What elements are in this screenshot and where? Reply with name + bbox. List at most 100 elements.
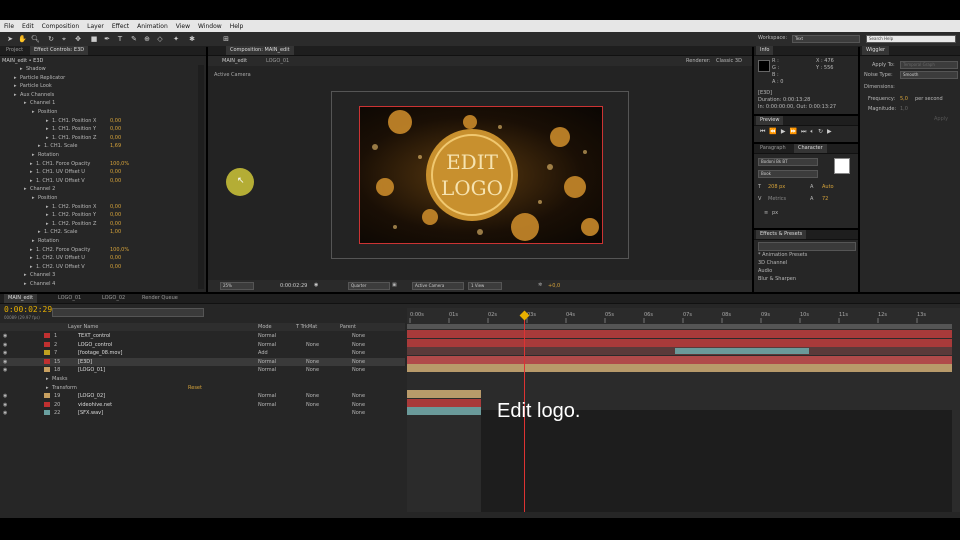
effect-property-value[interactable]: 1,69 — [110, 142, 121, 150]
first-frame-icon[interactable]: ⏮ — [760, 128, 769, 135]
effect-property-row[interactable]: ▸ 1. CH1. Position Z 0,00 — [0, 134, 196, 142]
tab-wiggler[interactable]: Wiggler — [862, 46, 890, 55]
prev-frame-icon[interactable]: ⏪ — [769, 128, 780, 135]
layer-name[interactable]: [LOGO_02] — [78, 392, 105, 400]
effect-property-row[interactable]: ▸ 1. CH2. Force Opacity 100,0% — [0, 246, 196, 254]
effect-property-value[interactable]: 0,00 — [110, 117, 121, 125]
effect-property-row[interactable]: ▸ 1. CH1. UV Offset U 0,00 — [0, 168, 196, 176]
time-ruler[interactable]: 0:00s 01s 02s 03s 04s 05s 06s 07s 08s 09s 10s 11s 12… — [407, 308, 960, 324]
tab-preview[interactable]: Preview — [756, 116, 784, 125]
menu-window[interactable]: Window — [194, 23, 226, 30]
effect-property-row[interactable]: ▸ Aux Channels — [0, 91, 196, 99]
layer-row[interactable]: ◉ 22 [SFX.wav] None — [0, 409, 405, 417]
apply-to-dropdown[interactable]: Temporal Graph — [900, 61, 958, 69]
visibility-eye-icon[interactable]: ◉ — [3, 341, 7, 349]
effect-property-row[interactable]: ▸ 1. CH2. UV Offset U 0,00 — [0, 254, 196, 262]
effect-property-row[interactable]: ▸ Channel 1 — [0, 99, 196, 107]
layer-mode-dropdown[interactable]: Normal — [258, 392, 276, 400]
tracking-value[interactable]: 72 — [822, 196, 828, 202]
disclosure-triangle-icon[interactable]: ▸ — [24, 185, 27, 193]
layer-trkmat-dropdown[interactable]: None — [306, 401, 319, 409]
layer-parent-dropdown[interactable]: None — [352, 341, 365, 349]
label-color-swatch[interactable] — [44, 341, 50, 347]
disclosure-triangle-icon[interactable]: ▸ — [30, 168, 33, 176]
label-color-swatch[interactable] — [44, 358, 50, 364]
apply-button[interactable]: Apply — [934, 116, 948, 122]
tab-project[interactable]: Project — [2, 46, 27, 55]
tab-logo-02[interactable]: LOGO_02 — [98, 294, 129, 303]
brush-tool-icon[interactable]: ✎ — [130, 35, 138, 43]
effect-property-value[interactable]: 100,0% — [110, 160, 129, 168]
disclosure-triangle-icon[interactable]: ▸ — [46, 203, 49, 211]
label-color-swatch[interactable] — [44, 350, 50, 356]
layer-parent-dropdown[interactable]: None — [352, 332, 365, 340]
layer-parent-dropdown[interactable]: None — [352, 366, 365, 374]
layer-duration-bar[interactable] — [407, 407, 481, 416]
last-frame-icon[interactable]: ⏭ — [801, 128, 810, 135]
layer-row[interactable]: ◉ 2 LOGO_control Normal None None — [0, 341, 405, 349]
effect-property-row[interactable]: ▸ Particle Look — [0, 82, 196, 90]
hand-tool-icon[interactable]: ✋ — [18, 35, 27, 43]
tab-composition[interactable]: Composition: MAIN_edit — [226, 46, 294, 55]
font-style-dropdown[interactable]: Book — [758, 170, 818, 178]
effects-item[interactable]: 3D Channel — [758, 260, 787, 266]
label-color-swatch[interactable] — [44, 333, 50, 338]
effect-property-row[interactable]: ▸ Channel 4 — [0, 280, 196, 288]
comp-viewer-image[interactable]: EDIT LOGO — [359, 106, 603, 244]
effect-property-value[interactable]: 0,00 — [110, 211, 121, 219]
layer-property-name[interactable]: Transform — [52, 384, 77, 392]
disclosure-triangle-icon[interactable]: ▸ — [38, 142, 41, 150]
layer-duration-bar[interactable] — [407, 338, 952, 347]
effect-property-value[interactable]: 0,00 — [110, 125, 121, 133]
tab-effects-presets[interactable]: Effects & Presets — [756, 230, 807, 239]
disclosure-triangle-icon[interactable]: ▸ — [24, 99, 27, 107]
eraser-tool-icon[interactable]: ◇ — [156, 35, 164, 43]
effect-property-row[interactable]: ▸ 1. CH1. UV Offset V 0,00 — [0, 177, 196, 185]
tab-paragraph[interactable]: Paragraph — [756, 144, 790, 153]
effect-property-value[interactable]: 0,00 — [110, 220, 121, 228]
resolution-dropdown[interactable]: Quarter — [348, 282, 390, 290]
puppet-tool-icon[interactable]: ✱ — [188, 35, 196, 43]
disclosure-triangle-icon[interactable]: ▸ — [46, 117, 49, 125]
layer-name[interactable]: [footage_08.mov] — [78, 349, 122, 357]
axis-mode-icon[interactable]: ⊞ — [222, 35, 230, 43]
camera-dropdown[interactable]: Active Camera — [412, 282, 464, 290]
label-color-swatch[interactable] — [44, 367, 50, 373]
disclosure-triangle-icon[interactable]: ▸ — [30, 263, 33, 271]
tab-logo-01[interactable]: LOGO_01 — [54, 294, 85, 303]
effect-property-value[interactable]: 0,00 — [110, 134, 121, 142]
disclosure-triangle-icon[interactable]: ▸ — [14, 74, 17, 82]
kerning-value[interactable]: Metrics — [768, 196, 786, 202]
disclosure-triangle-icon[interactable]: ▸ — [46, 384, 49, 392]
layer-trkmat-dropdown[interactable]: None — [306, 392, 319, 400]
menu-view[interactable]: View — [172, 23, 194, 30]
effects-item[interactable]: Audio — [758, 268, 772, 274]
effect-property-row[interactable]: ▸ 1. CH2. Position Z 0,00 — [0, 220, 196, 228]
effect-property-row[interactable]: ▸ Particle Replicator — [0, 74, 196, 82]
disclosure-triangle-icon[interactable]: ▸ — [46, 134, 49, 142]
effect-property-value[interactable]: 0,00 — [110, 263, 121, 271]
effect-property-row[interactable]: ▸ 1. CH1. Position Y 0,00 — [0, 125, 196, 133]
leading-value[interactable]: Auto — [822, 184, 834, 190]
magnitude-value[interactable]: 1,0 — [900, 106, 908, 112]
next-frame-icon[interactable]: ⏩ — [790, 128, 801, 135]
effect-property-value[interactable]: 0,00 — [110, 254, 121, 262]
effect-property-row[interactable]: ▸ 1. CH2. Position Y 0,00 — [0, 211, 196, 219]
snapshot-icon[interactable]: ◉ — [314, 282, 318, 288]
effect-property-row[interactable]: ▸ 1. CH1. Force Opacity 100,0% — [0, 160, 196, 168]
layer-name[interactable]: videohive.net — [78, 401, 112, 409]
reset-link[interactable]: Reset — [188, 384, 202, 392]
disclosure-triangle-icon[interactable]: ▸ — [30, 254, 33, 262]
fill-color-swatch[interactable] — [834, 158, 850, 174]
pan-behind-tool-icon[interactable]: ✥ — [74, 35, 82, 43]
disclosure-triangle-icon[interactable]: ▸ — [24, 280, 27, 288]
ram-preview-icon[interactable]: ▶ — [827, 128, 836, 135]
layer-row[interactable]: ◉ 19 [LOGO_02] Normal None None — [0, 392, 405, 400]
layer-name[interactable]: [SFX.wav] — [78, 409, 103, 417]
effect-controls-scrollbar[interactable] — [198, 65, 204, 289]
menu-file[interactable]: File — [0, 23, 18, 30]
timeline-timecode[interactable]: 0:00:02:29 — [4, 305, 52, 314]
noise-type-dropdown[interactable]: Smooth — [900, 71, 958, 79]
layer-mode-dropdown[interactable]: Normal — [258, 401, 276, 409]
layer-parent-dropdown[interactable]: None — [352, 358, 365, 366]
